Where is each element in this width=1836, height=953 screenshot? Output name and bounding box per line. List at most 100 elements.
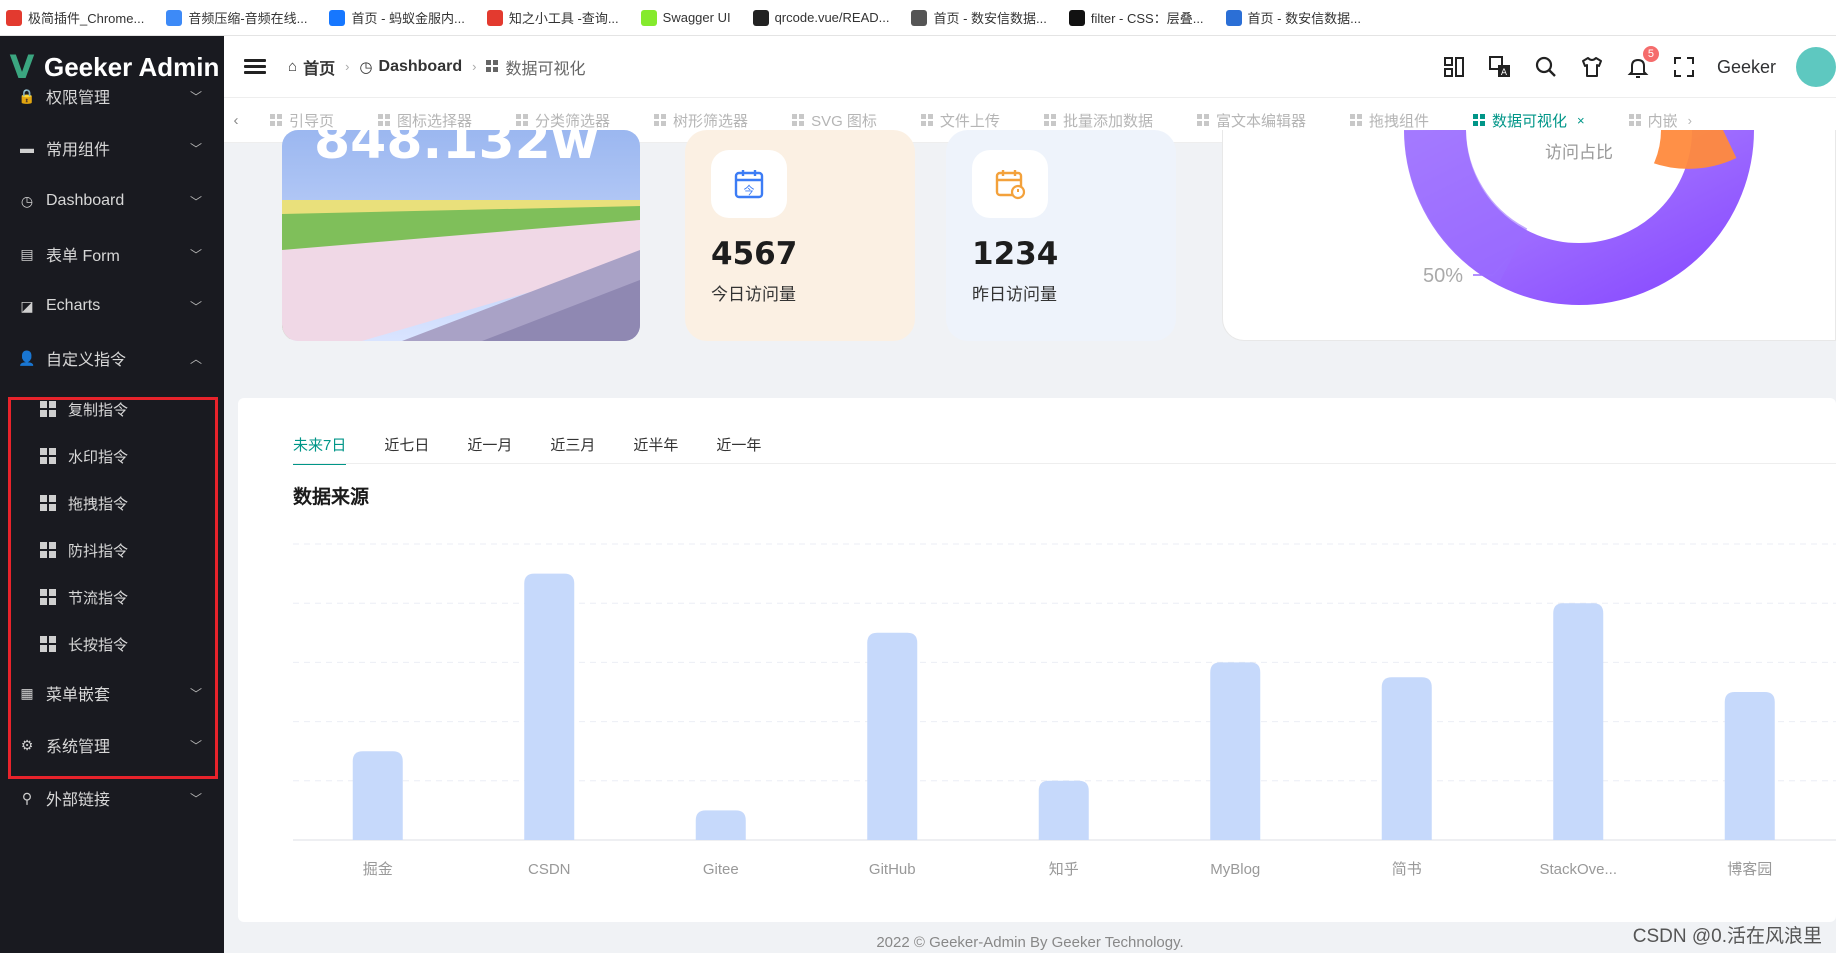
chevron-down-icon: ﹀ <box>189 247 202 262</box>
x-tick-label: 博客园 <box>1727 861 1772 878</box>
bookmark-label: 首页 - 数安信数据... <box>933 11 1047 26</box>
breadcrumb: ⌂ 首页 › ◷ Dashboard › 数据可视化 <box>288 55 585 79</box>
bookmark-item[interactable]: 首页 - 数安信数据... <box>1225 8 1361 27</box>
sidebar-item-label: Echarts <box>46 297 101 314</box>
bookmark-label: Swagger UI <box>662 10 731 25</box>
grid-icon <box>1043 113 1057 127</box>
bookmark-favicon-icon <box>1068 9 1085 26</box>
bar-3[interactable] <box>867 632 918 840</box>
sidebar-item-1[interactable]: ▬ 常用组件 ﹀ <box>0 126 224 170</box>
home-icon: ⌂ <box>288 58 298 75</box>
sidebar-item-3[interactable]: ▤ 表单 Form ﹀ <box>0 232 224 276</box>
search-icon[interactable] <box>1533 54 1559 80</box>
sidebar-item-label: Dashboard <box>46 192 125 209</box>
bar-2[interactable] <box>695 810 746 840</box>
bookmark-label: 知之小工具 -查询... <box>508 11 619 26</box>
translate-icon[interactable]: A <box>1487 54 1513 80</box>
top-header: ⌂ 首页 › ◷ Dashboard › 数据可视化 A 5 Geeker <box>224 36 1836 98</box>
donut-percent-label: 50% <box>1423 265 1463 287</box>
yesterday-visits-label: 昨日访问量 <box>972 285 1057 304</box>
bar-8[interactable] <box>1724 692 1775 840</box>
calendar-today-icon: 今 <box>711 150 787 218</box>
tab-label: 分类筛选器 <box>535 112 611 130</box>
lock-icon: 🔒 <box>18 87 36 104</box>
bookmark-item[interactable]: 音频压缩-音频在线... <box>166 8 307 27</box>
bookmark-label: 音频压缩-音频在线... <box>188 11 308 26</box>
sidebar-item-2[interactable]: ◷ Dashboard ﹀ <box>0 179 224 223</box>
username[interactable]: Geeker <box>1717 57 1776 78</box>
today-visits-value: 4567 <box>711 236 798 272</box>
time-range-tab[interactable]: 近一月 <box>467 434 512 465</box>
bell-icon[interactable]: 5 <box>1625 46 1659 80</box>
grid-icon <box>378 113 391 127</box>
bookmark-label: filter - CSS：层叠... <box>1090 11 1204 26</box>
tabs-scroll-right-icon[interactable]: › <box>1688 113 1692 128</box>
tab-label: 富文本编辑器 <box>1215 112 1306 130</box>
tabs-divider <box>293 463 1836 464</box>
time-range-tab[interactable]: 近三月 <box>550 434 595 465</box>
theme-shirt-icon[interactable] <box>1579 54 1605 80</box>
chevron-down-icon: ﹀ <box>189 299 202 314</box>
tab-label: 引导页 <box>289 112 335 130</box>
bar-0[interactable] <box>352 751 403 840</box>
bookmark-item[interactable]: 首页 - 蚂蚁金服内... <box>329 8 465 27</box>
bookmark-item[interactable]: 知之小工具 -查询... <box>486 8 619 27</box>
briefcase-icon: ▬ <box>20 140 34 156</box>
today-visits-card: 今 4567 今日访问量 <box>685 130 915 341</box>
tab-label: 拖拽组件 <box>1368 112 1429 130</box>
breadcrumb-current: 数据可视化 <box>505 60 586 78</box>
bookmark-label: 首页 - 蚂蚁金服内... <box>351 11 465 26</box>
grid-icon <box>486 60 499 73</box>
svg-text:A: A <box>1501 68 1508 78</box>
form-icon: ▤ <box>20 245 34 262</box>
avatar[interactable] <box>1796 47 1836 87</box>
tab-label: 文件上传 <box>939 112 1000 130</box>
bookmark-favicon-icon <box>166 9 183 26</box>
bookmark-favicon-icon <box>911 9 928 26</box>
grid-icon <box>270 113 283 127</box>
breadcrumb-home[interactable]: 首页 <box>303 55 335 79</box>
time-range-tab[interactable]: 未来7日 <box>293 434 347 465</box>
today-visits-label: 今日访问量 <box>711 285 796 304</box>
bookmark-label: qrcode.vue/READ... <box>774 10 890 25</box>
bar-5[interactable] <box>1210 662 1261 840</box>
bookmark-item[interactable]: filter - CSS：层叠... <box>1068 8 1204 27</box>
bar-chart: 掘金 CSDN Gitee GitHub 知乎 MyBlog 简书 StackOve... 博客… <box>293 543 1836 878</box>
chevron-down-icon: ﹀ <box>189 141 202 156</box>
bookmark-item[interactable]: Swagger UI <box>640 9 731 26</box>
bookmark-label: 首页 - 数安信数据... <box>1247 11 1361 26</box>
bookmark-item[interactable]: qrcode.vue/READ... <box>752 9 890 26</box>
time-range-tab[interactable]: 近一年 <box>716 434 761 465</box>
hero-image: 848.132w <box>282 130 640 341</box>
bookmark-item[interactable]: 首页 - 数安信数据... <box>911 8 1047 27</box>
grid-icon <box>792 113 805 127</box>
time-range-tab[interactable]: 近半年 <box>633 434 678 465</box>
footer: 2022 © Geeker-Admin By Geeker Technology… <box>876 934 1184 951</box>
bar-6[interactable] <box>1381 677 1432 840</box>
donut-chart: 访问占比 50% <box>1404 130 1754 305</box>
bar-7[interactable] <box>1553 603 1604 840</box>
bar-4[interactable] <box>1038 780 1089 840</box>
bookmark-favicon-icon <box>6 9 22 26</box>
yesterday-visits-card: 1234 昨日访问量 <box>946 130 1176 341</box>
tabs-scroll-left-icon[interactable]: ‹ <box>224 112 248 129</box>
fullscreen-icon[interactable] <box>1671 54 1697 80</box>
sidebar-item-0[interactable]: 🔒 权限管理 ﹀ <box>0 74 224 118</box>
time-range-tabs: 未来7日 近七日 近一月 近三月 近半年 近一年 <box>293 434 799 465</box>
breadcrumb-dashboard[interactable]: Dashboard <box>379 58 463 76</box>
bookmarks-bar: 极简插件_Chrome... 音频压缩-音频在线... 首页 - 蚂蚁金服内... 知… <box>0 0 1836 36</box>
yesterday-visits-value: 1234 <box>972 236 1059 272</box>
tab-label: 内嵌 <box>1647 112 1678 130</box>
collapse-menu-icon[interactable] <box>244 56 266 77</box>
chevron-up-icon: ︿ <box>189 351 202 366</box>
bar-1[interactable] <box>524 573 575 840</box>
sidebar-item-label: 常用组件 <box>46 142 111 159</box>
time-range-tab[interactable]: 近七日 <box>384 434 429 465</box>
chevron-down-icon: ﹀ <box>189 89 202 104</box>
bookmark-item[interactable]: 极简插件_Chrome... <box>6 8 144 27</box>
close-tab-icon[interactable]: × <box>1577 113 1585 128</box>
sidebar-item-4[interactable]: ◪ Echarts ﹀ <box>0 284 224 328</box>
sidebar-item-8[interactable]: ⚲ 外部链接 ﹀ <box>0 776 224 820</box>
layout-icon[interactable] <box>1441 54 1467 80</box>
sidebar-item-5[interactable]: 👤 自定义指令 ︿ <box>0 336 224 380</box>
